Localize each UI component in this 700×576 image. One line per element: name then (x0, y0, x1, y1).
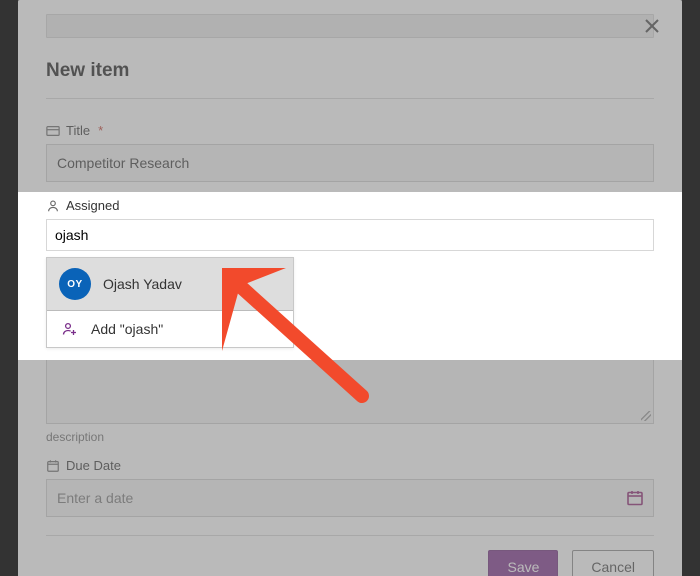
description-helper: description (46, 430, 654, 444)
description-textarea[interactable] (46, 354, 654, 424)
assigned-input[interactable] (46, 219, 654, 251)
assigned-label: Assigned (46, 198, 654, 213)
due-date-label-text: Due Date (66, 458, 121, 473)
title-input[interactable] (46, 144, 654, 182)
calendar-small-icon (46, 459, 60, 473)
header-strip (46, 14, 654, 38)
title-label: Title * (46, 123, 654, 138)
suggestion-add-label: Add "ojash" (91, 321, 163, 337)
card-icon (46, 124, 60, 138)
person-icon (46, 199, 60, 213)
calendar-picker-icon[interactable] (626, 489, 644, 507)
save-button[interactable]: Save (488, 550, 558, 576)
dialog-footer: Save Cancel (18, 536, 682, 576)
due-date-field: Due Date (46, 458, 654, 517)
close-icon[interactable] (642, 16, 662, 36)
cancel-button[interactable]: Cancel (572, 550, 654, 576)
title-label-text: Title (66, 123, 90, 138)
due-date-label: Due Date (46, 458, 654, 473)
assigned-field-panel: Assigned OY Ojash Yadav Add "ojash" (18, 192, 682, 360)
assigned-suggestions: OY Ojash Yadav Add "ojash" (46, 257, 294, 348)
person-add-icon (61, 321, 77, 337)
title-field: Title * (46, 123, 654, 182)
required-asterisk: * (98, 123, 103, 138)
suggestion-row-ojash-yadav[interactable]: OY Ojash Yadav (47, 258, 293, 311)
due-date-input[interactable] (46, 479, 654, 517)
suggestion-add-new[interactable]: Add "ojash" (47, 311, 293, 347)
dialog-title: New item (46, 46, 654, 99)
assigned-label-text: Assigned (66, 198, 119, 213)
suggestion-name: Ojash Yadav (103, 276, 182, 292)
avatar: OY (59, 268, 91, 300)
